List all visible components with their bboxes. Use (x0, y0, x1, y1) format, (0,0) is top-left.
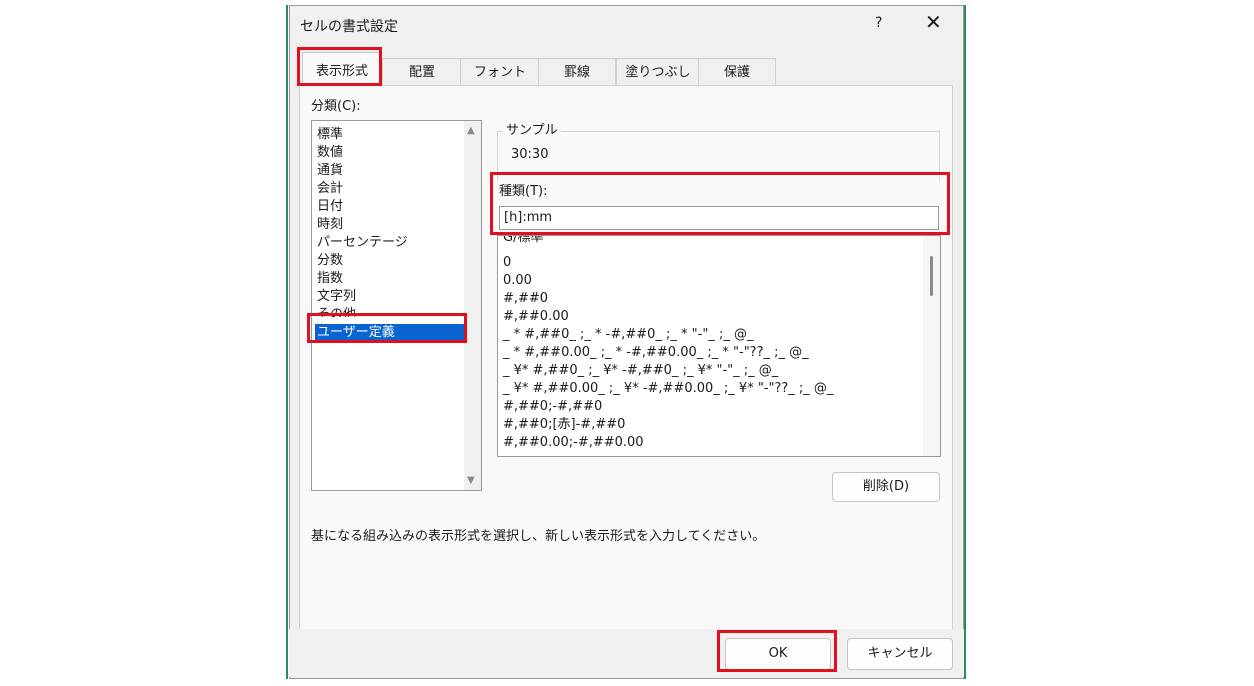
category-list[interactable]: 標準 数値 通貨 会計 日付 時刻 パーセンテージ 分数 指数 文字列 その他 … (311, 120, 482, 491)
list-item[interactable]: #,##0;-#,##0 (503, 398, 602, 416)
list-item[interactable]: #,##0 (503, 290, 548, 308)
list-item[interactable]: その他 (317, 306, 356, 317)
tab-number-label: 表示形式 (315, 64, 368, 79)
list-item[interactable]: 数値 (317, 144, 343, 162)
format-code-list[interactable]: G/標準 0 0.00 #,##0 #,##0.00 _ * #,##0_ ;_… (497, 235, 941, 457)
list-item[interactable]: 通貨 (317, 162, 343, 180)
sample-group (497, 131, 940, 181)
list-item[interactable]: 会計 (317, 180, 343, 198)
list-item[interactable]: 文字列 (317, 288, 356, 306)
list-item[interactable]: 日付 (317, 198, 343, 216)
format-list-scrollbar[interactable] (923, 236, 940, 456)
scroll-down-icon[interactable]: ▼ (467, 475, 475, 486)
ok-button[interactable]: OK (725, 638, 831, 670)
sample-label: サンプル (503, 119, 561, 138)
scroll-thumb[interactable] (930, 256, 933, 296)
window-edge-right (964, 5, 966, 679)
list-item[interactable]: _ * #,##0.00_ ;_ * -#,##0.00_ ;_ * "-"??… (503, 344, 809, 362)
category-label: 分類(C): (311, 99, 361, 114)
description-text: 基になる組み込みの表示形式を選択し、新しい表示形式を入力してください。 (311, 529, 766, 544)
list-item[interactable]: 標準 (317, 126, 343, 144)
list-item[interactable]: #,##0.00;-#,##0.00 (503, 434, 644, 452)
list-item[interactable]: _ * #,##0_ ;_ * -#,##0_ ;_ * "-"_ ;_ @_ (503, 326, 753, 344)
list-item[interactable]: G/標準 (503, 236, 543, 247)
list-item[interactable]: 0.00 (503, 272, 532, 290)
list-item[interactable]: 0 (503, 254, 511, 272)
category-scrollbar[interactable]: ▲ ▼ (464, 121, 481, 490)
list-item[interactable]: パーセンテージ (317, 234, 408, 252)
delete-button[interactable]: 削除(D) (832, 472, 940, 502)
list-item[interactable]: 時刻 (317, 216, 343, 234)
list-item[interactable]: _ ¥* #,##0_ ;_ ¥* -#,##0_ ;_ ¥* "-"_ ;_ … (503, 362, 778, 380)
sample-value: 30:30 (511, 147, 549, 162)
list-item[interactable]: #,##0.00 (503, 308, 569, 326)
cancel-button[interactable]: キャンセル (847, 638, 953, 670)
type-label: 種類(T): (499, 184, 548, 199)
list-item-selected[interactable]: ユーザー定義 (315, 324, 465, 342)
scroll-up-icon[interactable]: ▲ (467, 125, 475, 136)
tab-number[interactable]: 表示形式 (302, 52, 382, 86)
list-item[interactable]: _ ¥* #,##0.00_ ;_ ¥* -#,##0.00_ ;_ ¥* "-… (503, 380, 833, 398)
window-edge-left (286, 5, 288, 679)
list-item[interactable]: #,##0;[赤]-#,##0 (503, 416, 625, 434)
dialog-content: 分類(C): 標準 数値 通貨 会計 日付 時刻 パーセンテージ 分数 指数 文… (289, 5, 964, 679)
type-input[interactable]: [h]:mm (499, 206, 939, 230)
list-item[interactable]: 指数 (317, 270, 343, 288)
list-item[interactable]: 分数 (317, 252, 343, 270)
